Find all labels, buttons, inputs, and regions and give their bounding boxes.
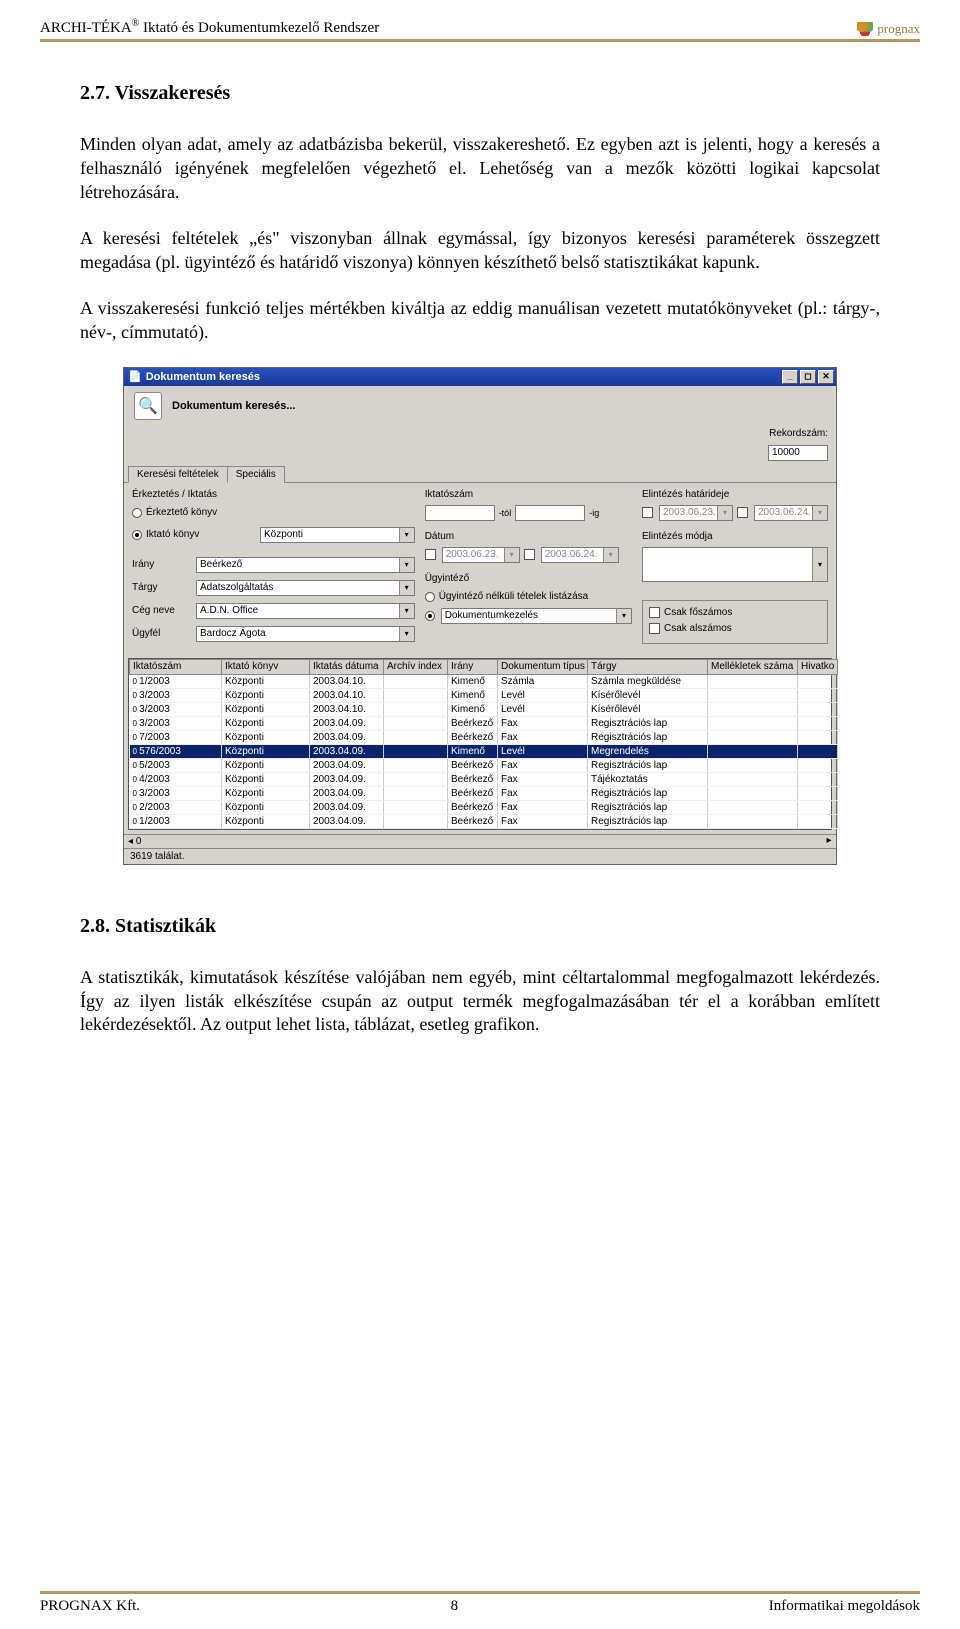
elintezes-modja-label: Elintézés módja xyxy=(642,531,828,542)
window-titlebar[interactable]: 📄 Dokumentum keresés _ ◻ ✕ xyxy=(124,368,836,386)
tab-keresesi-feltetelek[interactable]: Keresési feltételek xyxy=(128,466,228,483)
iktatokonyv-combo[interactable]: Központi xyxy=(260,527,415,543)
column-header[interactable]: Dokumentum típus xyxy=(498,659,588,674)
eh-tol-check[interactable] xyxy=(642,507,653,518)
table-row[interactable]: 0 2/2003Központi2003.04.09.BeérkezőFaxRe… xyxy=(130,800,838,814)
datum-ig-combo[interactable]: 2003.06.24. xyxy=(541,547,619,563)
footer-right: Informatikai megoldások xyxy=(769,1598,920,1615)
brand-logo-icon xyxy=(857,22,873,36)
table-row[interactable]: 0 5/2003Központi2003.04.09.BeérkezőFaxRe… xyxy=(130,758,838,772)
ugy-nelkul-label: Ügyintéző nélküli tételek listázása xyxy=(439,591,589,602)
page-header: ARCHI-TÉKA® Iktató és Dokumentumkezelő R… xyxy=(40,18,920,42)
datum-tol-combo[interactable]: 2003.06.23. xyxy=(442,547,520,563)
paragraph-1: Minden olyan adat, amely az adatbázisba … xyxy=(80,133,880,205)
iktatoszam-label: Iktatószám xyxy=(425,489,632,500)
column-header[interactable]: Iktatás dátuma xyxy=(310,659,384,674)
ceg-label: Cég neve xyxy=(132,605,190,616)
table-row[interactable]: 0 3/2003Központi2003.04.10.KimenőLevélKí… xyxy=(130,702,838,716)
table-row[interactable]: 0 4/2003Központi2003.04.09.BeérkezőFaxTá… xyxy=(130,772,838,786)
check-foszamos-label: Csak főszámos xyxy=(664,607,732,618)
table-row[interactable]: 0 3/2003Központi2003.04.09.BeérkezőFaxRe… xyxy=(130,786,838,800)
eh-ig-check[interactable] xyxy=(737,507,748,518)
radio-iktato-label: Iktató könyv xyxy=(146,529,199,540)
tol-label: -tól xyxy=(499,508,512,518)
eh-tol-combo[interactable]: 2003.06.23. xyxy=(659,505,733,521)
group-erkeztetes-label: Érkeztetés / Iktatás xyxy=(132,489,415,500)
tab-strip: Keresési feltételek Speciális xyxy=(124,465,836,483)
targy-label: Tárgy xyxy=(132,582,190,593)
eh-ig-combo[interactable]: 2003.06.24. xyxy=(754,505,828,521)
radio-ugy-van[interactable] xyxy=(425,611,435,621)
ugyfel-combo[interactable]: Bardocz Ágota xyxy=(196,626,415,642)
window-title: Dokumentum keresés xyxy=(146,371,260,383)
rekordszam-label: Rekordszám: xyxy=(769,428,828,439)
tab-specialis[interactable]: Speciális xyxy=(227,466,285,483)
app-screenshot: 📄 Dokumentum keresés _ ◻ ✕ 🔍 Dokumentum … xyxy=(123,367,837,865)
radio-iktato[interactable] xyxy=(132,530,142,540)
datum-tol-check[interactable] xyxy=(425,549,436,560)
paragraph-3: A visszakeresési funkció teljes mértékbe… xyxy=(80,297,880,345)
elintezes-hatarido-label: Elintézés határideje xyxy=(642,489,828,500)
column-header[interactable]: Hivatko xyxy=(798,659,838,674)
status-bar: 3619 találat. xyxy=(124,848,836,864)
scroll-right-btn[interactable]: ▸ xyxy=(822,835,836,848)
datum-ig-check[interactable] xyxy=(524,549,535,560)
ugyintezo-combo[interactable]: Dokumentumkezelés xyxy=(441,608,632,624)
radio-erkezteto-label: Érkeztető könyv xyxy=(146,507,217,518)
brand-name: prognax xyxy=(877,21,920,37)
product-subtitle: Iktató és Dokumentumkezelő Rendszer xyxy=(143,20,379,36)
titlebar-doc-icon: 📄 xyxy=(128,370,142,383)
column-header[interactable]: Iktatószám xyxy=(130,659,222,674)
ugyintezo-label: Ügyintéző xyxy=(425,573,632,584)
column-header[interactable]: Iktató könyv xyxy=(222,659,310,674)
ceg-combo[interactable]: A.D.N. Office xyxy=(196,603,415,619)
irany-combo[interactable]: Beérkező xyxy=(196,557,415,573)
ugyfel-label: Ügyfél xyxy=(132,628,190,639)
section-2-7-heading: 2.7. Visszakeresés xyxy=(80,82,880,105)
table-row[interactable]: 0 3/2003Központi2003.04.10.KimenőLevélKí… xyxy=(130,688,838,702)
footer-left: PROGNAX Kft. xyxy=(40,1598,140,1615)
table-row[interactable]: 0 1/2003Központi2003.04.10.KimenőSzámlaS… xyxy=(130,674,838,688)
results-table[interactable]: IktatószámIktató könyvIktatás dátumaArch… xyxy=(129,659,838,829)
ig-label: -ig xyxy=(589,508,599,518)
maximize-button[interactable]: ◻ xyxy=(800,370,816,384)
rekordszam-input[interactable] xyxy=(768,445,828,461)
status-text: 3619 találat. xyxy=(130,851,185,862)
panel-heading: 🔍 Dokumentum keresés... xyxy=(124,386,836,426)
column-header[interactable]: Archív index xyxy=(384,659,448,674)
reg-mark: ® xyxy=(132,18,140,29)
check-foszamos[interactable] xyxy=(649,607,660,618)
iktatoszam-tol-input[interactable] xyxy=(425,505,495,521)
column-header[interactable]: Irány xyxy=(448,659,498,674)
paragraph-4: A statisztikák, kimutatások készítése va… xyxy=(80,966,880,1038)
search-icon: 🔍 xyxy=(134,392,162,420)
column-header[interactable]: Tárgy xyxy=(588,659,708,674)
table-row[interactable]: 0 3/2003Központi2003.04.09.BeérkezőFaxRe… xyxy=(130,716,838,730)
radio-ugy-nelkul[interactable] xyxy=(425,592,435,602)
datum-label: Dátum xyxy=(425,531,632,542)
brand-logo: prognax xyxy=(857,21,920,37)
scroll-left-cell[interactable]: ◂ 0 xyxy=(124,835,822,848)
check-alszamos-label: Csak alszámos xyxy=(664,623,732,634)
radio-erkezteto[interactable] xyxy=(132,508,142,518)
footer-page: 8 xyxy=(451,1598,459,1615)
panel-heading-text: Dokumentum keresés... xyxy=(172,400,296,412)
header-product: ARCHI-TÉKA® Iktató és Dokumentumkezelő R… xyxy=(40,18,379,37)
table-row[interactable]: 0 576/2003Központi2003.04.09.KimenőLevél… xyxy=(130,744,838,758)
elintezes-modja-combo[interactable] xyxy=(642,547,828,582)
irany-label: Irány xyxy=(132,559,190,570)
check-alszamos[interactable] xyxy=(649,623,660,634)
table-row[interactable]: 0 7/2003Központi2003.04.09.BeérkezőFaxRe… xyxy=(130,730,838,744)
iktatoszam-ig-input[interactable] xyxy=(515,505,585,521)
close-button[interactable]: ✕ xyxy=(818,370,834,384)
table-row[interactable]: 0 1/2003Központi2003.04.09.BeérkezőFaxRe… xyxy=(130,814,838,828)
page-footer: PROGNAX Kft. 8 Informatikai megoldások xyxy=(40,1591,920,1615)
targy-combo[interactable]: Adatszolgáltatás xyxy=(196,580,415,596)
minimize-button[interactable]: _ xyxy=(782,370,798,384)
section-2-8-heading: 2.8. Statisztikák xyxy=(80,915,880,938)
column-header[interactable]: Mellékletek száma xyxy=(708,659,798,674)
paragraph-2: A keresési feltételek „és" viszonyban ál… xyxy=(80,227,880,275)
product-name: ARCHI-TÉKA xyxy=(40,20,132,36)
